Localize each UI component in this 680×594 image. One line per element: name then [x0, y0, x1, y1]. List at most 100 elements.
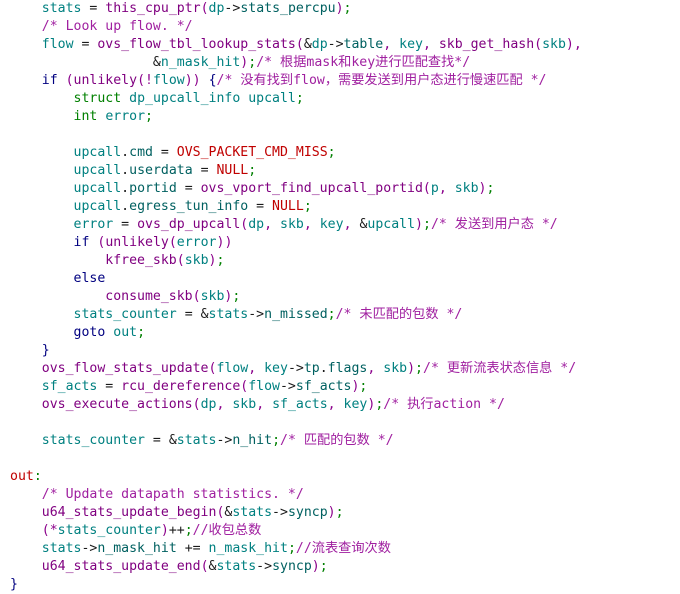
code-line[interactable]: struct dp_upcall_info upcall;	[0, 90, 680, 108]
code-line[interactable]	[0, 450, 680, 468]
code-token: ovs_dp_upcall	[137, 217, 241, 232]
code-line[interactable]: stats->n_mask_hit += n_mask_hit;//流表查询次数	[0, 540, 680, 558]
code-token: skb	[280, 217, 304, 232]
code-token: syncp	[287, 505, 328, 520]
code-token: skb	[383, 361, 408, 376]
code-line[interactable]: stats = this_cpu_ptr(dp->stats_percpu);	[0, 0, 680, 18]
code-token: ovs_flow_stats_update	[41, 361, 209, 376]
code-token: cmd	[129, 145, 153, 160]
code-token: ;	[359, 379, 368, 394]
code-line[interactable]	[0, 126, 680, 144]
code-token: =	[192, 163, 217, 178]
code-token: else	[73, 271, 106, 286]
code-token: ))	[184, 73, 201, 88]
code-line[interactable]: /* Update datapath statistics. */	[0, 486, 680, 504]
code-token: &	[200, 307, 209, 322]
code-token: flags	[327, 361, 368, 376]
code-token: =	[81, 1, 106, 16]
code-line[interactable]: consume_skb(skb);	[0, 288, 680, 306]
code-token: ;	[272, 433, 281, 448]
code-token: skb_get_hash	[438, 37, 535, 52]
code-line[interactable]: }	[0, 342, 680, 360]
code-token: n_missed	[264, 307, 328, 322]
code-token: ,	[383, 37, 400, 52]
code-line[interactable]: }	[0, 576, 680, 594]
code-line[interactable]: goto out;	[0, 324, 680, 342]
code-token: )	[335, 1, 344, 16]
code-token: upcall	[367, 217, 416, 232]
code-token: /* 发送到用户态 */	[430, 217, 558, 232]
code-line[interactable]: &n_mask_hit);/* 根据mask和key进行匹配查找*/	[0, 54, 680, 72]
code-token: stats	[208, 307, 249, 322]
code-token: ->	[224, 1, 241, 16]
code-token: /* 根据mask和key进行匹配查找*/	[256, 55, 471, 70]
code-line[interactable]: upcall.userdata = NULL;	[0, 162, 680, 180]
code-line[interactable]: upcall.portid = ovs_vport_find_upcall_po…	[0, 180, 680, 198]
code-token: dp	[248, 217, 265, 232]
code-token: table	[343, 37, 384, 52]
code-token: ;	[319, 559, 328, 574]
code-line[interactable]: (*stats_counter)++;//收包总数	[0, 522, 680, 540]
code-listing[interactable]: stats = this_cpu_ptr(dp->stats_percpu); …	[0, 0, 680, 592]
code-token: (	[57, 73, 74, 88]
code-token: stats_counter	[73, 307, 177, 322]
code-token: (	[200, 1, 209, 16]
code-line[interactable]: ovs_execute_actions(dp, skb, sf_acts, ke…	[0, 396, 680, 414]
code-token: ->	[256, 559, 273, 574]
code-token: ;	[145, 109, 153, 124]
code-token: stats_counter	[41, 433, 145, 448]
code-token: kfree_skb	[105, 253, 177, 268]
code-token: upcall	[73, 181, 122, 196]
code-line[interactable]: out:	[0, 468, 680, 486]
code-token: )	[407, 361, 416, 376]
code-token: (	[192, 289, 201, 304]
code-line[interactable]: u64_stats_update_end(&stats->syncp);	[0, 558, 680, 576]
code-token: (	[295, 37, 304, 52]
code-line[interactable]: if (unlikely(!flow)) {/* 没有找到flow，需要发送到用…	[0, 72, 680, 90]
code-token: consume_skb	[105, 289, 193, 304]
code-line[interactable]: sf_acts = rcu_dereference(flow->sf_acts)…	[0, 378, 680, 396]
code-line[interactable]: kfree_skb(skb);	[0, 252, 680, 270]
code-token: ovs_flow_tbl_lookup_stats	[97, 37, 296, 52]
code-line[interactable]: if (unlikely(error))	[0, 234, 680, 252]
code-line[interactable]: stats_counter = &stats->n_missed;/* 未匹配的…	[0, 306, 680, 324]
code-token: skb	[232, 397, 257, 412]
code-token: }	[10, 577, 18, 592]
code-line[interactable]: upcall.egress_tun_info = NULL;	[0, 198, 680, 216]
code-token: ->	[81, 541, 98, 556]
code-token: ;	[216, 253, 225, 268]
code-token: p	[430, 181, 439, 196]
code-line[interactable]: error = ovs_dp_upcall(dp, skb, key, &upc…	[0, 216, 680, 234]
code-token: .	[121, 199, 130, 214]
code-token: ,	[248, 361, 265, 376]
code-token: u64_stats_update_begin	[41, 505, 217, 520]
code-line[interactable]: else	[0, 270, 680, 288]
code-line[interactable]: int error;	[0, 108, 680, 126]
code-line[interactable]: flow = ovs_flow_tbl_lookup_stats(&dp->ta…	[0, 36, 680, 54]
code-token: /* 更新流表状态信息 */	[423, 361, 577, 376]
code-token: (	[192, 397, 201, 412]
code-line[interactable]: upcall.cmd = OVS_PACKET_CMD_MISS;	[0, 144, 680, 162]
code-token: ++	[168, 523, 185, 538]
code-line[interactable]: ovs_flow_stats_update(flow, key->tp.flag…	[0, 360, 680, 378]
code-token: ->	[272, 505, 288, 520]
code-token: &	[303, 37, 312, 52]
code-token: ->	[327, 37, 344, 52]
code-token: stats	[176, 433, 217, 448]
code-token: flow	[152, 73, 185, 88]
code-line[interactable]: /* Look up flow. */	[0, 18, 680, 36]
code-line[interactable]	[0, 414, 680, 432]
code-line[interactable]: u64_stats_update_begin(&stats->syncp);	[0, 504, 680, 522]
code-token: +=	[176, 541, 209, 556]
code-line[interactable]: stats_counter = &stats->n_hit;/* 匹配的包数 *…	[0, 432, 680, 450]
code-token: &	[152, 55, 161, 70]
